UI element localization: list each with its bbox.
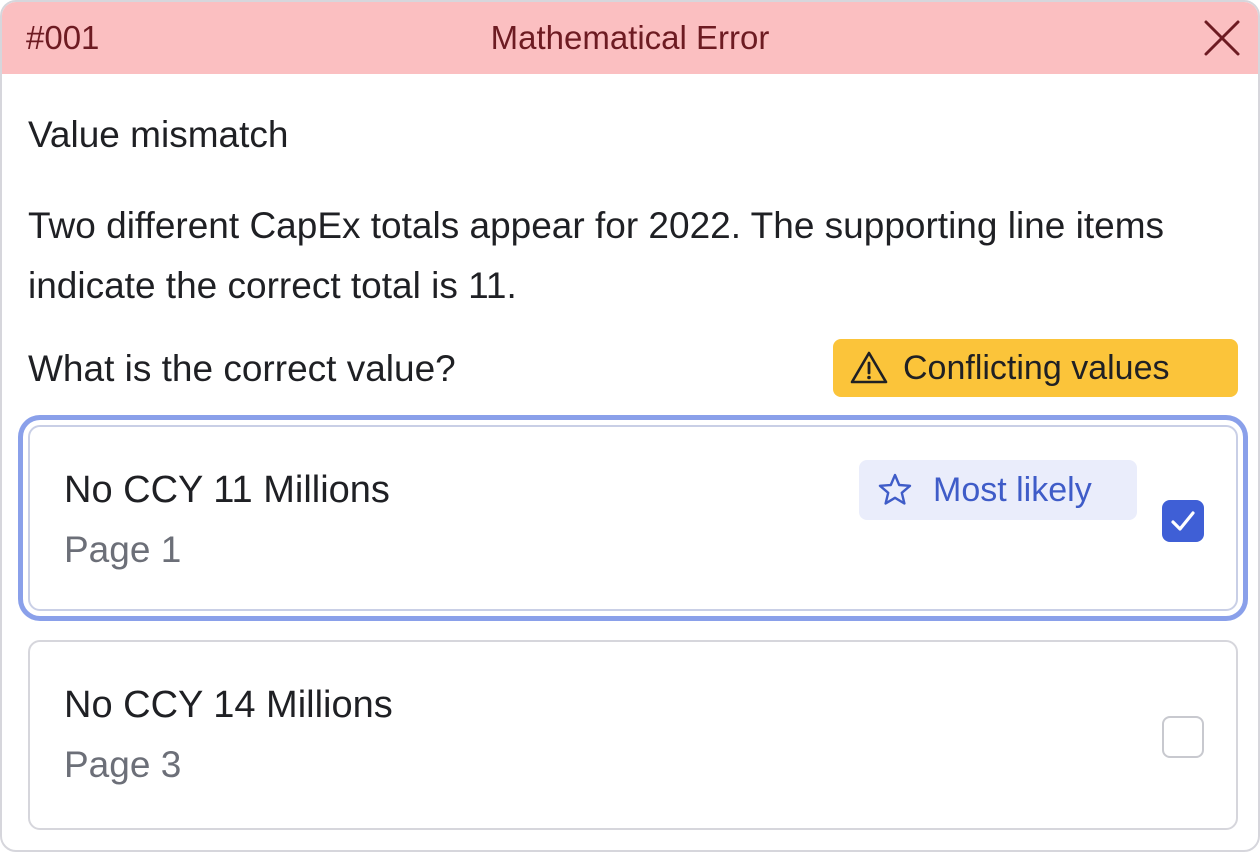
conflicting-values-badge: Conflicting values: [833, 339, 1238, 397]
option-checkbox-unchecked[interactable]: [1162, 716, 1204, 758]
most-likely-badge: Most likely: [859, 460, 1137, 520]
error-card: #001 Mathematical Error Value mismatch T…: [0, 0, 1260, 852]
star-outline-icon: [878, 473, 912, 505]
issue-heading: Value mismatch: [28, 114, 289, 155]
option-11-millions[interactable]: No CCY 11 Millions Page 1 Most likely: [28, 425, 1238, 611]
close-icon: [1204, 20, 1240, 56]
checkmark-icon: [1171, 511, 1195, 531]
close-button[interactable]: [1202, 18, 1242, 58]
card-header: #001 Mathematical Error: [2, 2, 1258, 74]
most-likely-label: Most likely: [933, 471, 1092, 509]
option-14-millions[interactable]: No CCY 14 Millions Page 3: [28, 640, 1238, 830]
error-title: Mathematical Error: [490, 19, 770, 56]
issue-description: Two different CapEx totals appear for 20…: [28, 205, 1165, 306]
option-title: No CCY 11 Millions: [64, 469, 390, 511]
option-page: Page 3: [64, 744, 182, 785]
option-title: No CCY 14 Millions: [64, 684, 393, 726]
warning-badge-label: Conflicting values: [903, 349, 1170, 387]
question-label: What is the correct value?: [28, 348, 456, 389]
option-page: Page 1: [64, 529, 182, 570]
warning-triangle-icon: [850, 351, 888, 384]
option-checkbox-checked[interactable]: [1162, 500, 1204, 542]
